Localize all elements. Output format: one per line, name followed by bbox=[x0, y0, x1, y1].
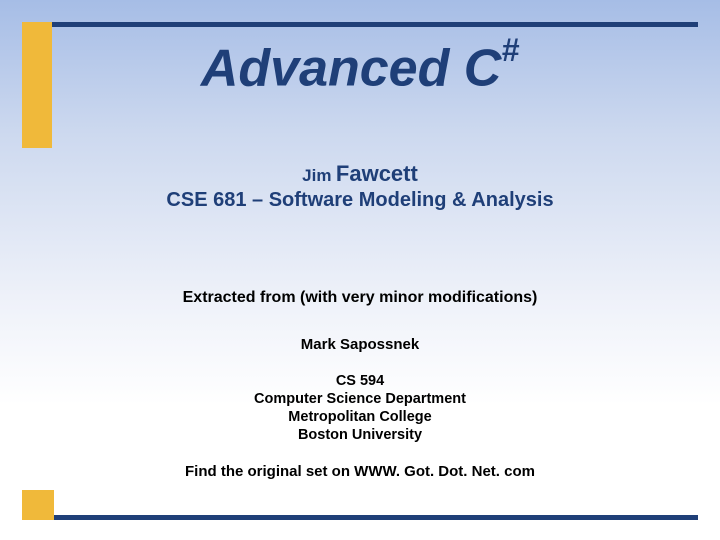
affil-line-2: Computer Science Department bbox=[0, 390, 720, 408]
title-main: Advanced C bbox=[201, 39, 502, 97]
author-first: Jim bbox=[302, 166, 331, 185]
find-original-note: Find the original set on WWW. Got. Dot. … bbox=[0, 463, 720, 480]
slide-title: Advanced C# bbox=[0, 40, 720, 94]
author-line: Jim Fawcett bbox=[0, 161, 720, 187]
extracted-note: Extracted from (with very minor modifica… bbox=[0, 289, 720, 307]
top-rule bbox=[22, 22, 698, 27]
affiliation-block: CS 594 Computer Science Department Metro… bbox=[0, 372, 720, 445]
bottom-accent-square bbox=[22, 490, 54, 520]
author-last: Fawcett bbox=[336, 161, 418, 186]
affil-line-4: Boston University bbox=[0, 426, 720, 444]
course-line: CSE 681 – Software Modeling & Analysis bbox=[0, 189, 720, 212]
slide: Advanced C# Jim Fawcett CSE 681 – Softwa… bbox=[0, 0, 720, 540]
title-superscript: # bbox=[501, 32, 519, 68]
original-author: Mark Sapossnek bbox=[0, 336, 720, 353]
affil-line-1: CS 594 bbox=[0, 372, 720, 390]
bottom-rule bbox=[22, 515, 698, 520]
affil-line-3: Metropolitan College bbox=[0, 408, 720, 426]
